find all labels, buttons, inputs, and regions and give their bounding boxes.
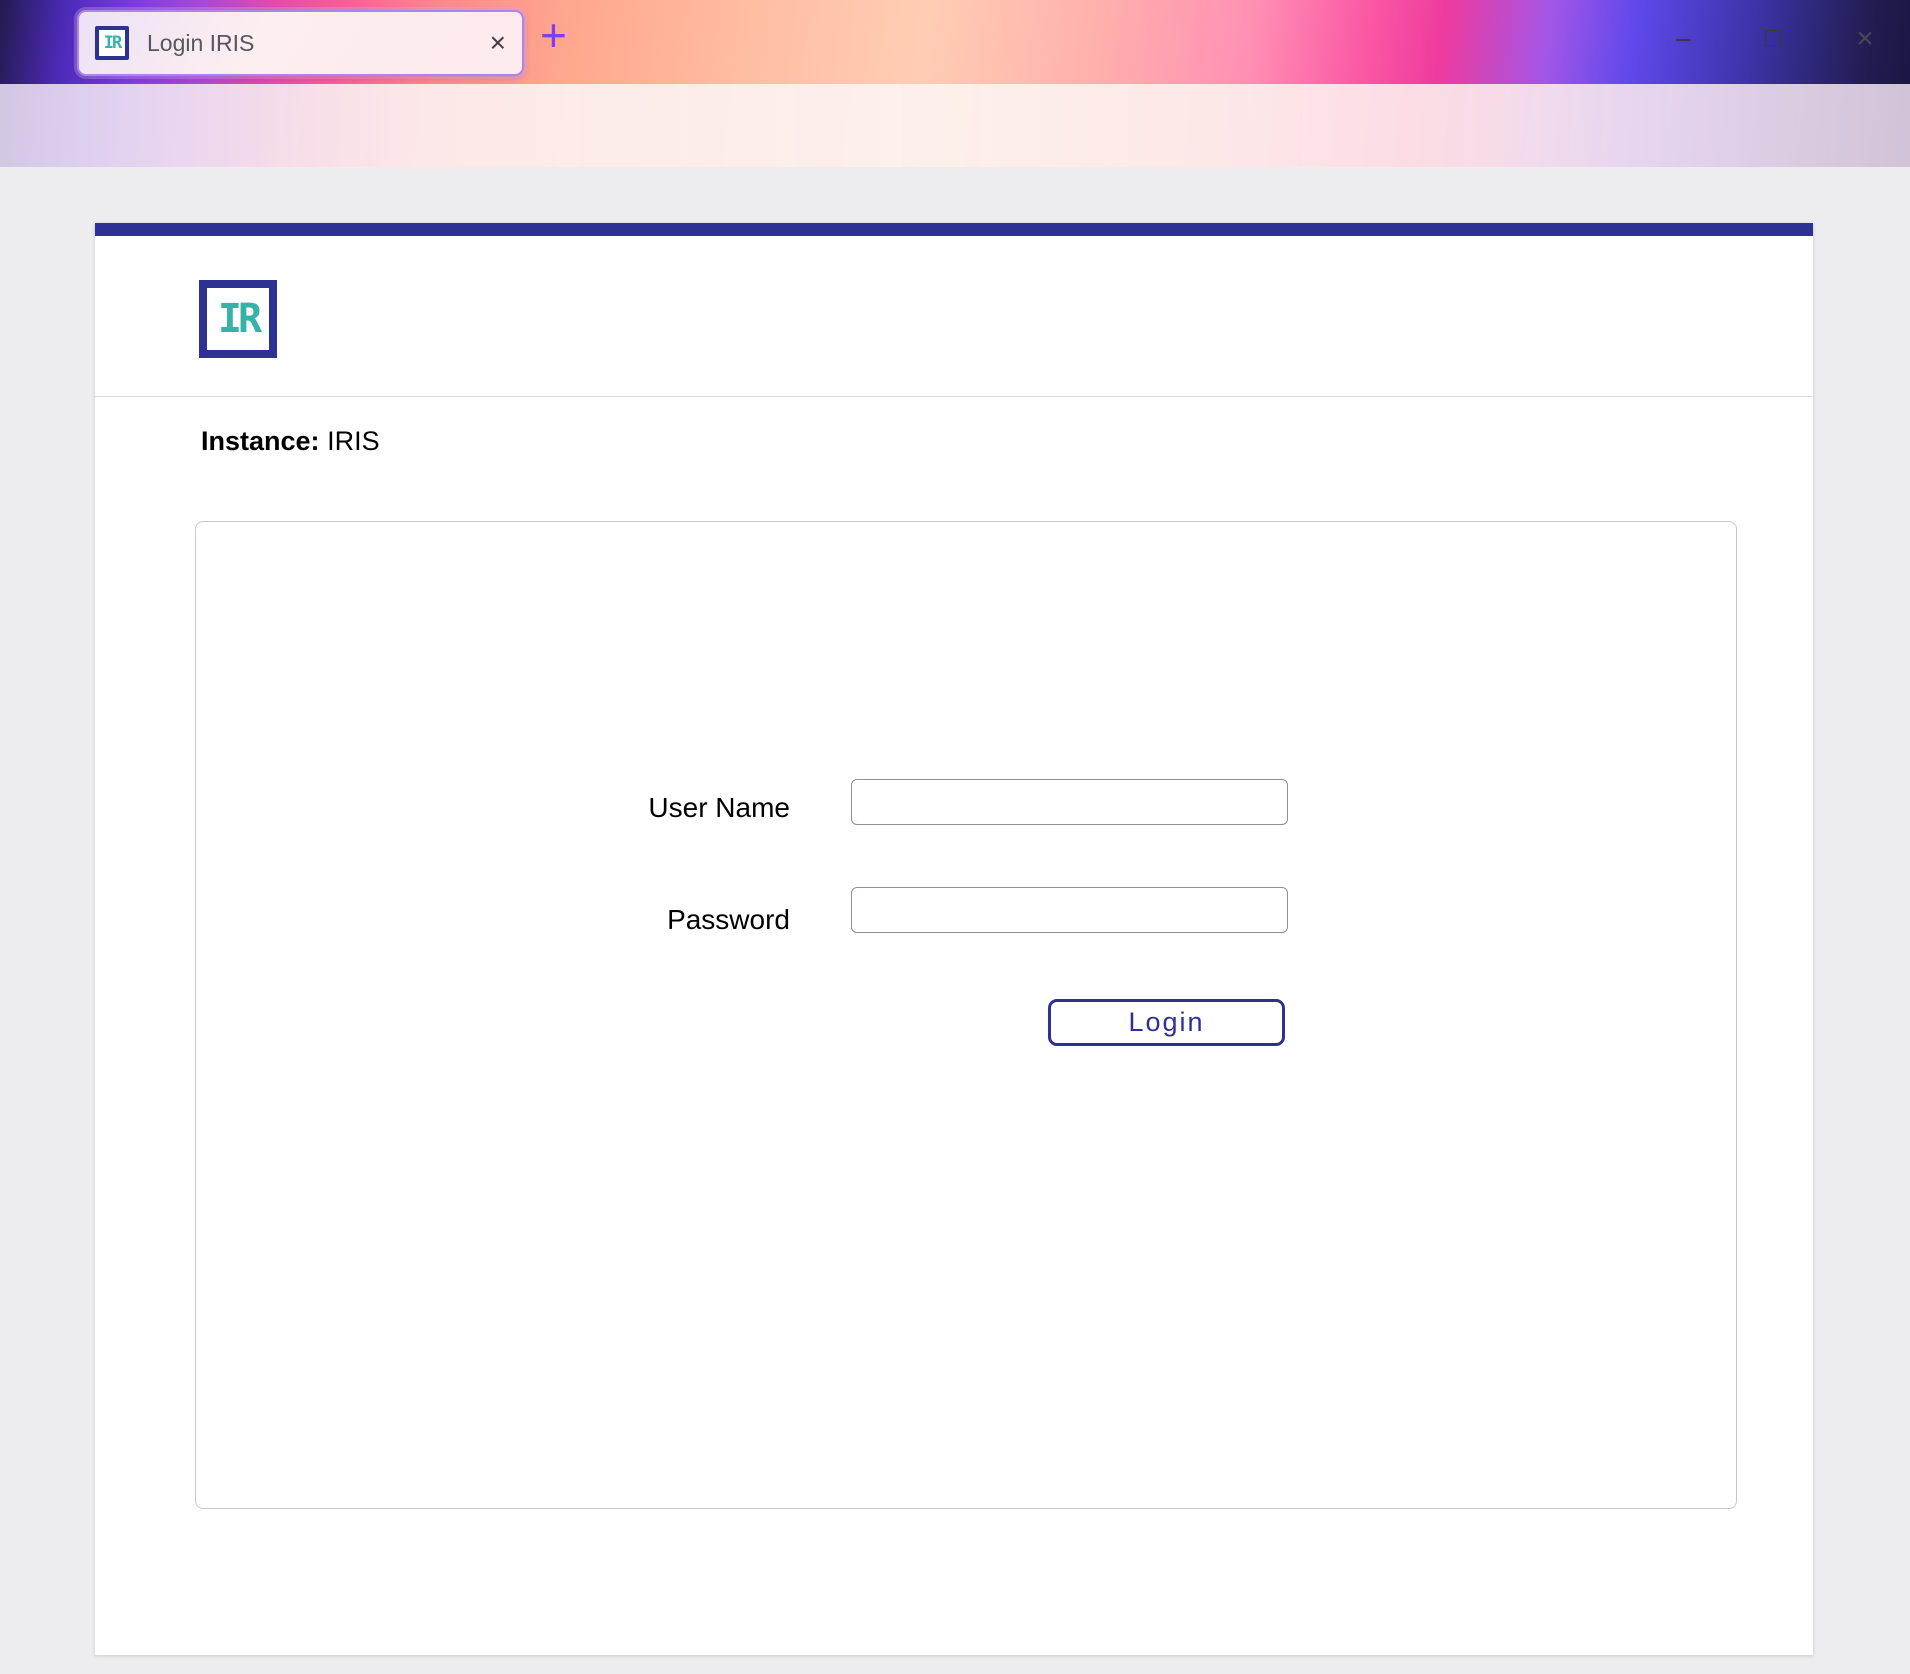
- password-input[interactable]: [851, 887, 1288, 933]
- tab-favicon-icon: IR: [95, 26, 129, 60]
- card-header: IR: [95, 236, 1813, 397]
- window-minimize-button[interactable]: −: [1660, 26, 1706, 56]
- page-viewport: IR Instance: IRIS User Name Password Log…: [0, 167, 1910, 1674]
- iris-logo: IR: [199, 280, 277, 358]
- browser-window: IR Login IRIS × + − □ × ← → ⟳ localhost:…: [0, 0, 1910, 1674]
- window-close-button[interactable]: ×: [1842, 24, 1888, 54]
- iris-logo-text: IR: [218, 296, 258, 342]
- login-button[interactable]: Login: [1048, 999, 1285, 1046]
- login-card: IR Instance: IRIS User Name Password Log…: [95, 223, 1813, 1655]
- login-form-panel: User Name Password Login: [195, 521, 1737, 1509]
- instance-label: Instance:: [201, 426, 320, 456]
- card-top-accent-bar: [95, 223, 1813, 236]
- password-label: Password: [196, 904, 790, 936]
- browser-tab[interactable]: IR Login IRIS ×: [77, 10, 524, 76]
- username-label: User Name: [196, 792, 790, 824]
- new-tab-button[interactable]: +: [540, 12, 567, 58]
- browser-chrome: IR Login IRIS × + − □ × ← → ⟳ localhost:…: [0, 0, 1910, 167]
- window-maximize-button[interactable]: □: [1750, 24, 1796, 51]
- navigation-toolbar: ← → ⟳ localhost:52773/csp/sys/%25CSP.Por…: [0, 84, 1910, 168]
- tab-title: Login IRIS: [147, 30, 490, 57]
- username-input[interactable]: [851, 779, 1288, 825]
- instance-line: Instance: IRIS: [201, 426, 380, 457]
- tab-close-icon[interactable]: ×: [490, 29, 506, 57]
- instance-value: IRIS: [327, 426, 380, 456]
